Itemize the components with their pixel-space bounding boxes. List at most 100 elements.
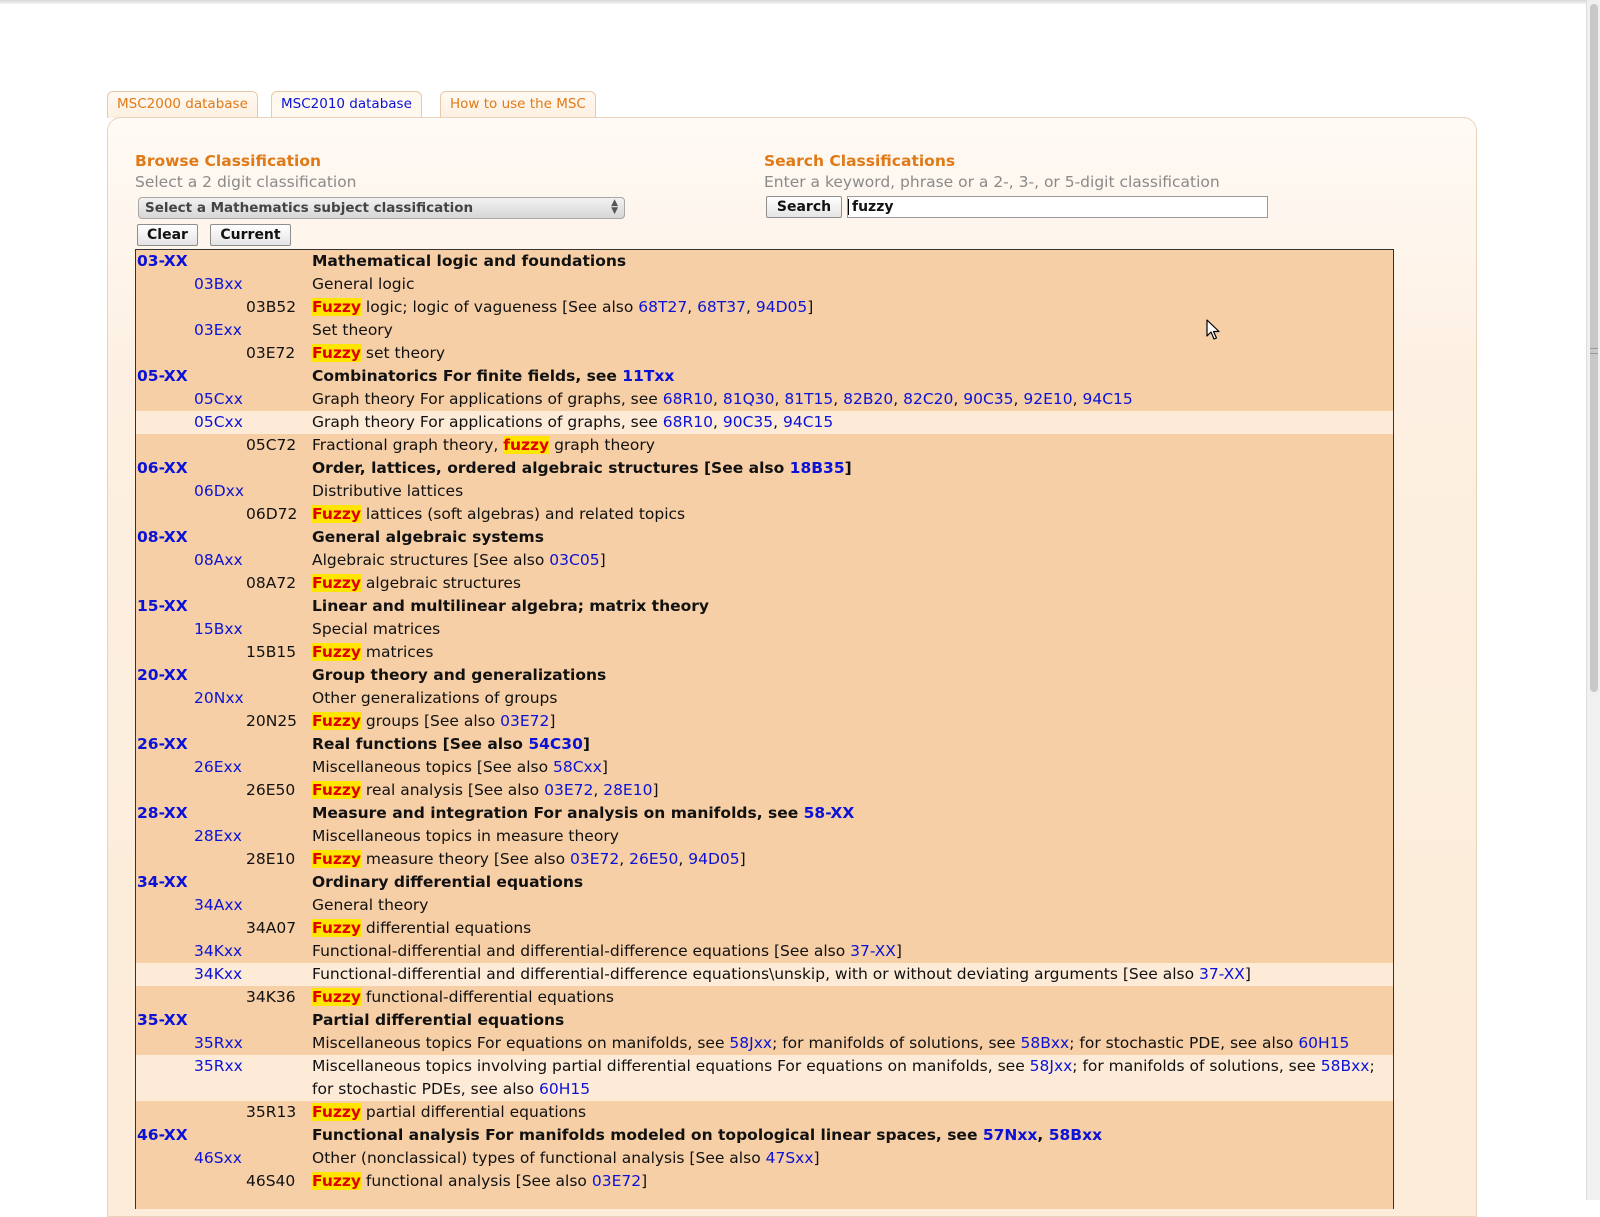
classification-code[interactable]: 46Sxx [194, 1147, 242, 1170]
cross-reference-link[interactable]: 58-XX [804, 804, 855, 822]
description-text: , [1013, 390, 1024, 408]
classification-code: 34A07 [246, 919, 297, 937]
cross-reference-link[interactable]: 58Bxx [1321, 1057, 1370, 1075]
cross-reference-link[interactable]: 18B35 [790, 459, 845, 477]
cross-reference-link[interactable]: 94D05 [756, 298, 807, 316]
search-input[interactable]: fuzzy [847, 196, 1268, 218]
classification-code[interactable]: 26Exx [194, 756, 242, 779]
classification-code[interactable]: 08Axx [194, 549, 243, 572]
classification-code[interactable]: 03-XX [137, 250, 188, 273]
search-button[interactable]: Search [766, 196, 842, 218]
classification-code[interactable]: 15Bxx [194, 618, 243, 641]
classification-description: Functional analysis For manifolds modele… [312, 1124, 1393, 1147]
classification-code[interactable]: 35Rxx [194, 1055, 243, 1078]
subject-classification-select[interactable]: Select a Mathematics subject classificat… [138, 197, 625, 219]
cross-reference-link[interactable]: 94C15 [783, 413, 833, 431]
cross-reference-link[interactable]: 81Q30 [723, 390, 775, 408]
classification-code[interactable]: 34Kxx [194, 940, 242, 963]
cross-reference-link[interactable]: 68T37 [697, 298, 746, 316]
cross-reference-link[interactable]: 58Bxx [1049, 1126, 1102, 1144]
cross-reference-link[interactable]: 60H15 [539, 1080, 590, 1098]
result-row: 05-XX Combinatorics For finite fields, se… [136, 365, 1393, 388]
classification-code[interactable]: 20-XX [137, 664, 188, 687]
mouse-pointer-icon [1206, 319, 1220, 340]
classification-code[interactable]: 26-XX [137, 733, 188, 756]
classification-description: Other (nonclassical) types of functional… [312, 1147, 1393, 1170]
description-text: set theory [361, 344, 446, 362]
classification-code[interactable]: 20Nxx [194, 687, 244, 710]
classification-code[interactable]: 35-XX [137, 1009, 188, 1032]
classification-code[interactable]: 08-XX [137, 526, 188, 549]
classification-code[interactable]: 03Bxx [194, 273, 243, 296]
cross-reference-link[interactable]: 37-XX [850, 942, 896, 960]
clear-button[interactable]: Clear [137, 224, 198, 246]
result-row: 35Rxx Miscellaneous topics involving part… [136, 1055, 1393, 1101]
classification-description: Measure and integration For analysis on … [312, 802, 1393, 825]
classification-code[interactable]: 28-XX [137, 802, 188, 825]
classification-code[interactable]: 05-XX [137, 365, 188, 388]
classification-code[interactable]: 03Exx [194, 319, 242, 342]
cross-reference-link[interactable]: 37-XX [1199, 965, 1245, 983]
cross-reference-link[interactable]: 68R10 [663, 390, 713, 408]
tab-msc2000[interactable]: MSC2000 database [107, 91, 258, 118]
cross-reference-link[interactable]: 94D05 [688, 850, 739, 868]
classification-code[interactable]: 46-XX [137, 1124, 188, 1147]
cross-reference-link[interactable]: 28E10 [603, 781, 652, 799]
cross-reference-link[interactable]: 90C35 [723, 413, 773, 431]
description-text: real analysis [See also [361, 781, 545, 799]
cross-reference-link[interactable]: 58Cxx [553, 758, 602, 776]
description-text: matrices [361, 643, 434, 661]
classification-code[interactable]: 06-XX [137, 457, 188, 480]
cross-reference-link[interactable]: 58Jxx [729, 1034, 772, 1052]
classification-description: Order, lattices, ordered algebraic struc… [312, 457, 1393, 480]
cross-reference-link[interactable]: 03E72 [570, 850, 619, 868]
classification-code[interactable]: 34-XX [137, 871, 188, 894]
cross-reference-link[interactable]: 11Txx [622, 367, 674, 385]
cross-reference-link[interactable]: 03C05 [549, 551, 599, 569]
description-text: ] [599, 551, 606, 569]
tab-how-to-use[interactable]: How to use the MSC [440, 91, 596, 118]
cross-reference-link[interactable]: 03E72 [544, 781, 593, 799]
cross-reference-link[interactable]: 03E72 [592, 1172, 641, 1190]
description-text: Other generalizations of groups [312, 689, 558, 707]
cross-reference-link[interactable]: 94C15 [1082, 390, 1132, 408]
current-button[interactable]: Current [210, 224, 291, 246]
cross-reference-link[interactable]: 60H15 [1298, 1034, 1349, 1052]
cross-reference-link[interactable]: 82C20 [903, 390, 953, 408]
cross-reference-link[interactable]: 54C30 [528, 735, 583, 753]
description-text: Other (nonclassical) types of functional… [312, 1149, 766, 1167]
classification-code[interactable]: 34Axx [194, 894, 243, 917]
vertical-scrollbar[interactable] [1586, 0, 1600, 1200]
description-text: Miscellaneous topics For equations on ma… [312, 1034, 730, 1052]
result-row: 46-XX Functional analysis For manifolds m… [136, 1124, 1393, 1147]
cross-reference-link[interactable]: 47Sxx [766, 1149, 814, 1167]
tab-msc2010[interactable]: MSC2010 database [271, 91, 422, 120]
cross-reference-link[interactable]: 68R10 [663, 413, 713, 431]
classification-code[interactable]: 28Exx [194, 825, 242, 848]
description-text: ] [549, 712, 556, 730]
classification-code[interactable]: 05Cxx [194, 411, 243, 434]
classification-code[interactable]: 15-XX [137, 595, 188, 618]
description-text: Ordinary differential equations [312, 873, 584, 891]
cross-reference-link[interactable]: 57Nxx [983, 1126, 1038, 1144]
cross-reference-link[interactable]: 68T27 [638, 298, 687, 316]
classification-description: General theory [312, 894, 1393, 917]
classification-code[interactable]: 05Cxx [194, 388, 243, 411]
cross-reference-link[interactable]: 03E72 [500, 712, 549, 730]
search-match-highlight: Fuzzy [312, 712, 361, 730]
classification-code[interactable]: 34Kxx [194, 963, 242, 986]
cross-reference-link[interactable]: 26E50 [629, 850, 678, 868]
classification-code[interactable]: 06Dxx [194, 480, 244, 503]
cross-reference-link[interactable]: 81T15 [784, 390, 833, 408]
description-text: Special matrices [312, 620, 441, 638]
cross-reference-link[interactable]: 58Jxx [1030, 1057, 1073, 1075]
classification-description: Fuzzy set theory [312, 342, 1393, 365]
classification-description: Fuzzy logic; logic of vagueness [See als… [312, 296, 1393, 319]
cross-reference-link[interactable]: 90C35 [963, 390, 1013, 408]
result-row: 35Rxx Miscellaneous topics For equations … [136, 1032, 1393, 1055]
cross-reference-link[interactable]: 82B20 [843, 390, 893, 408]
result-row: 35R13 Fuzzy partial differential equation… [136, 1101, 1393, 1124]
classification-code[interactable]: 35Rxx [194, 1032, 243, 1055]
cross-reference-link[interactable]: 92E10 [1023, 390, 1072, 408]
cross-reference-link[interactable]: 58Bxx [1021, 1034, 1070, 1052]
